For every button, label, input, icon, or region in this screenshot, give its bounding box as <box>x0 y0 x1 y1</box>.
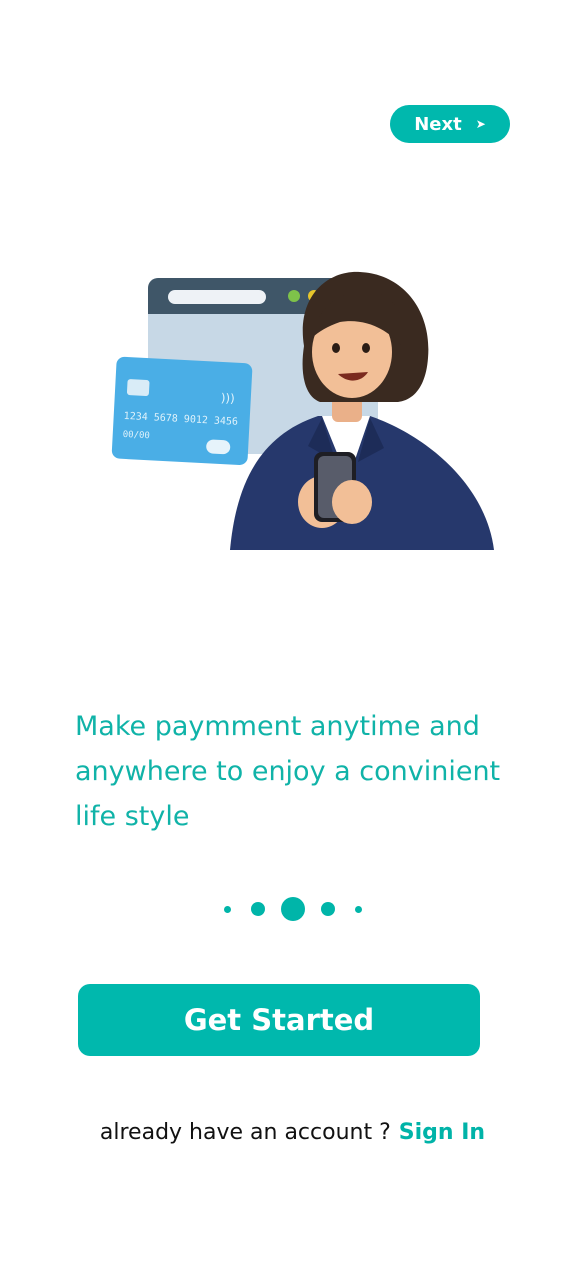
onboarding-headline: Make paymment anytime and anywhere to en… <box>75 711 501 832</box>
next-button-label: Next <box>414 113 462 135</box>
pagination-dot-4[interactable] <box>320 902 335 916</box>
svg-text:))): ))) <box>220 391 235 406</box>
pagination-dot-active[interactable] <box>280 897 305 921</box>
sign-in-link[interactable]: Sign In <box>399 1120 485 1145</box>
sign-in-row: already have an account ? Sign In <box>0 1120 585 1145</box>
onboarding-screen: Next ➤ ))) 1234 5678 9012 3456 00/00 Mak… <box>0 0 585 1267</box>
next-button[interactable]: Next ➤ <box>390 105 510 143</box>
pagination-dots <box>0 895 585 923</box>
card-expiry: 00/00 <box>122 430 150 441</box>
arrow-right-icon: ➤ <box>475 117 486 131</box>
payment-illustration: ))) 1234 5678 9012 3456 00/00 <box>108 266 498 552</box>
account-prompt: already have an account ? <box>99 1120 391 1145</box>
pagination-dot-5[interactable] <box>354 905 362 913</box>
get-started-button[interactable]: Get Started <box>78 984 480 1056</box>
pagination-dot-2[interactable] <box>250 902 265 916</box>
pagination-dot-1[interactable] <box>223 905 231 913</box>
